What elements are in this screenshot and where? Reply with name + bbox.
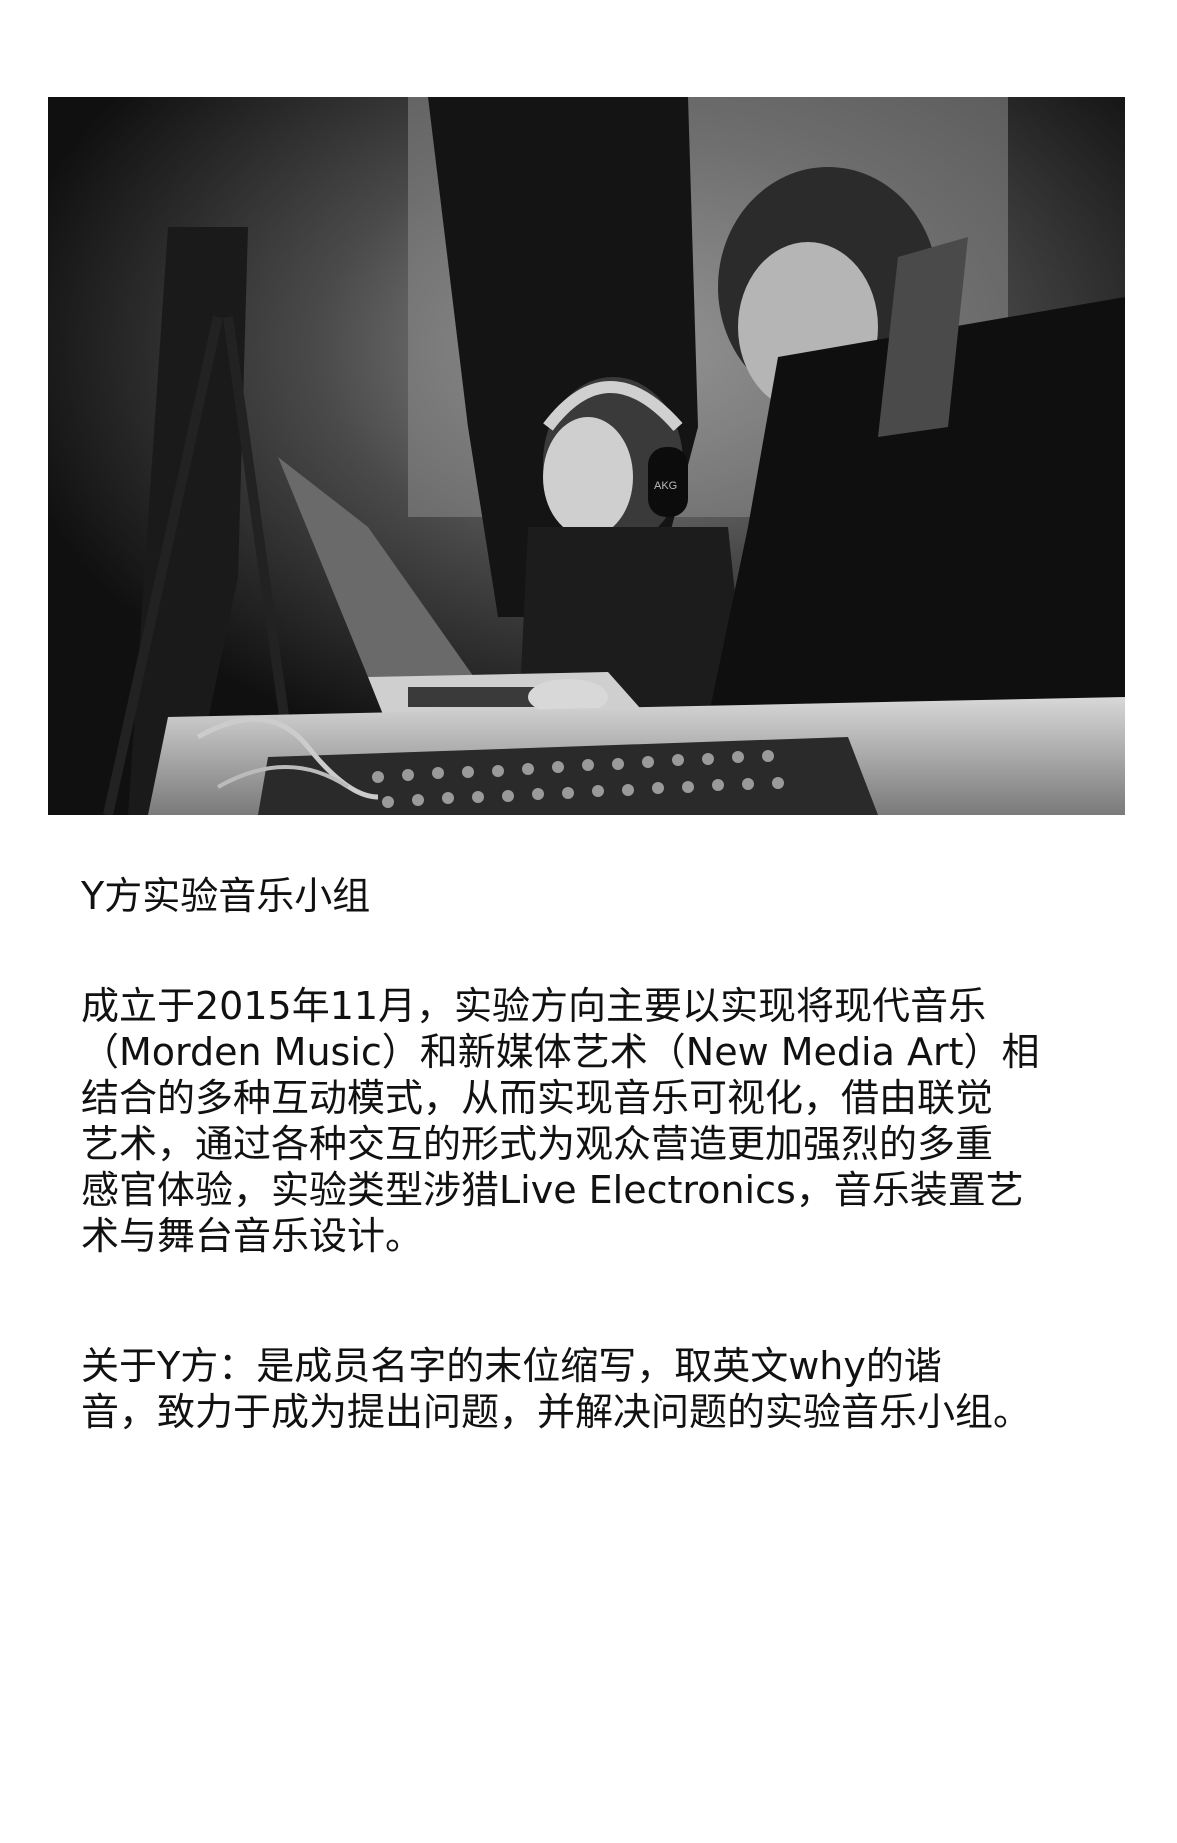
about-line: 音，致力于成为提出问题，并解决问题的实验音乐小组。 — [81, 1390, 1032, 1434]
intro-line: （Morden Music）和新媒体艺术（New Media Art）相 — [81, 1030, 1040, 1074]
page-title: Y方实验音乐小组 — [81, 874, 371, 918]
intro-line: 感官体验，实验类型涉猎Live Electronics，音乐装置艺 — [81, 1168, 1024, 1212]
intro-line: 艺术，通过各种交互的形式为观众营造更加强烈的多重 — [81, 1122, 994, 1166]
event-photo: AKG — [48, 97, 1125, 815]
intro-paragraph: 成立于2015年11月，实验方向主要以实现将现代音乐 （Morden Music… — [81, 983, 1153, 1259]
intro-line: 结合的多种互动模式，从而实现音乐可视化，借由联觉 — [81, 1076, 994, 1120]
about-name-paragraph: 关于Y方：是成员名字的末位缩写，取英文why的谐 音，致力于成为提出问题，并解决… — [81, 1343, 1153, 1435]
about-line: 关于Y方：是成员名字的末位缩写，取英文why的谐 — [81, 1344, 942, 1388]
event-photo-illustration: AKG — [48, 97, 1125, 815]
headphone-brand-label: AKG — [654, 480, 677, 492]
intro-line: 术与舞台音乐设计。 — [81, 1214, 424, 1258]
intro-line: 成立于2015年11月，实验方向主要以实现将现代音乐 — [81, 984, 987, 1028]
